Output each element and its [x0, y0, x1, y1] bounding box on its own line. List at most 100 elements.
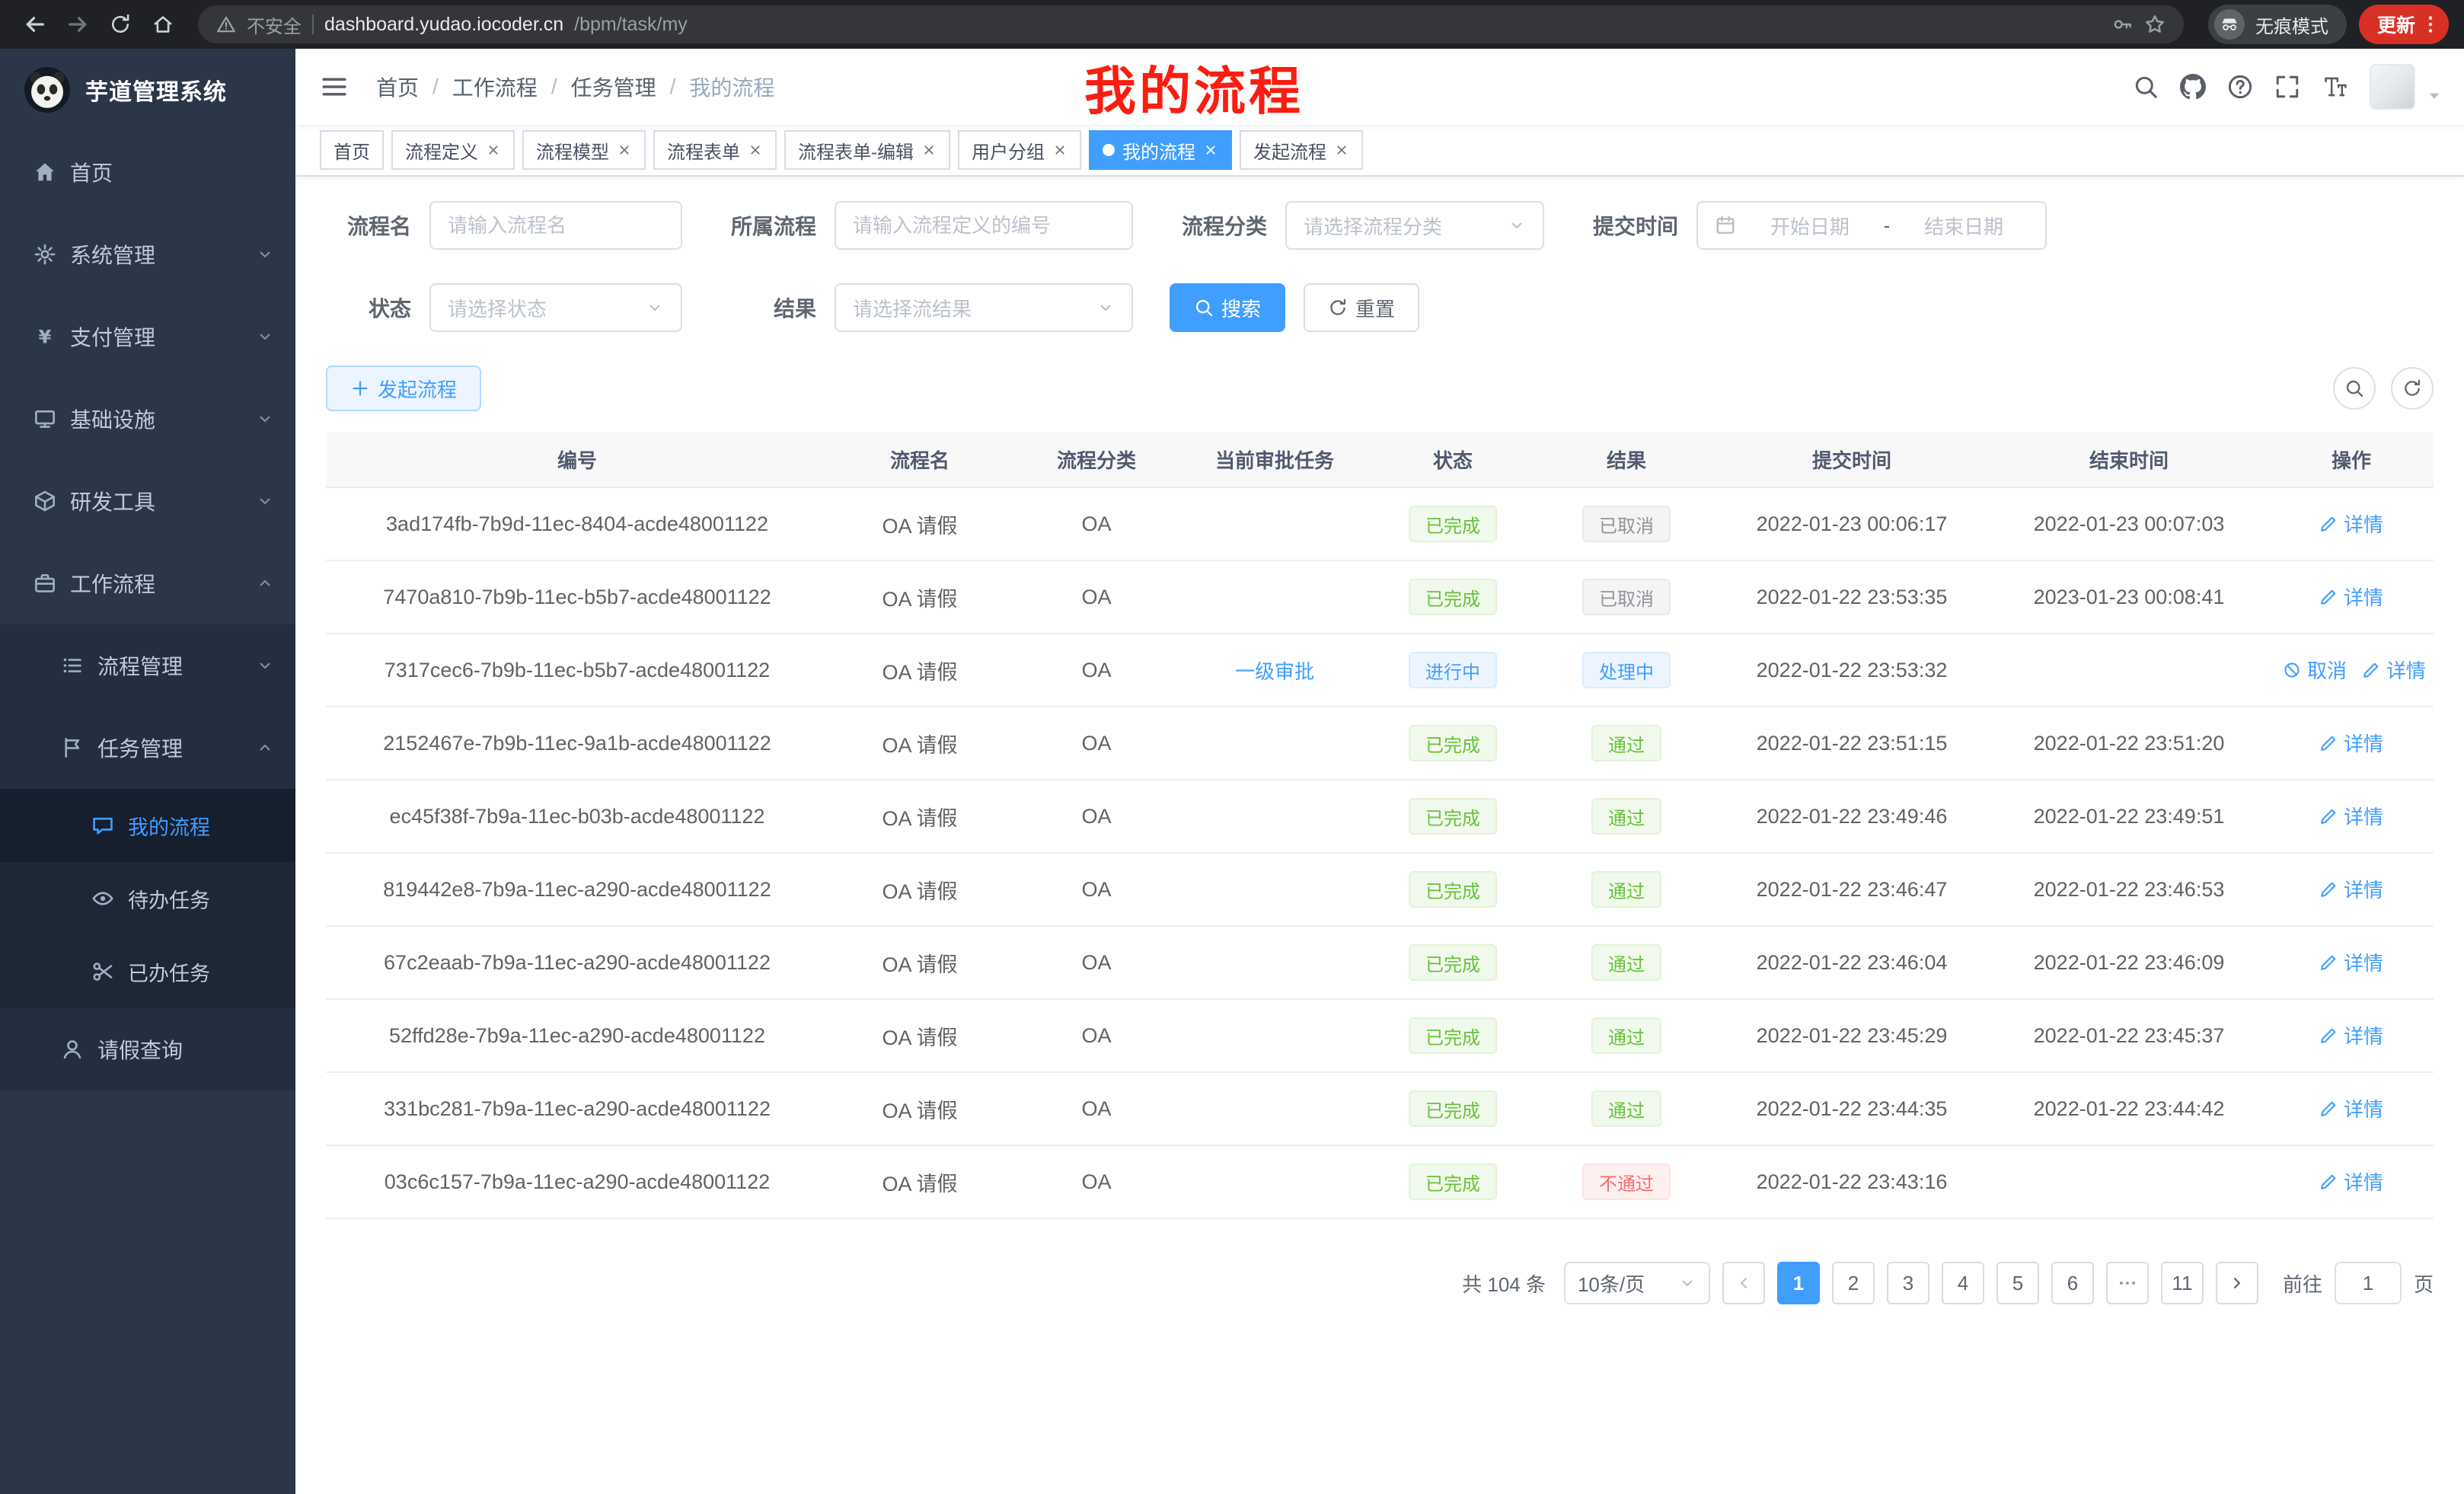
flag-icon [61, 736, 84, 759]
sidebar-item-my-process[interactable]: 我的流程 [0, 789, 295, 862]
browser-forward-icon[interactable] [58, 5, 97, 44]
bookmark-star-icon[interactable] [2144, 14, 2166, 35]
submit-time-label: 提交时间 [1581, 210, 1678, 241]
category-select[interactable]: 请选择流程分类 [1285, 201, 1544, 250]
close-icon[interactable] [1334, 142, 1349, 158]
fullscreen-icon[interactable] [2269, 69, 2306, 105]
close-icon[interactable] [486, 142, 501, 158]
browser-back-icon[interactable] [15, 5, 55, 44]
detail-link[interactable]: 详情 [2319, 875, 2383, 903]
github-icon[interactable] [2175, 69, 2211, 105]
key-icon[interactable] [2112, 14, 2134, 35]
sidebar-item-devtools[interactable]: 研发工具 [0, 460, 295, 542]
page-button-3[interactable]: 3 [1887, 1262, 1929, 1304]
goto-page-input[interactable] [2335, 1262, 2402, 1304]
browser-home-icon[interactable] [143, 5, 183, 44]
search-button[interactable]: 搜索 [1170, 283, 1285, 332]
page-button-4[interactable]: 4 [1942, 1262, 1984, 1304]
reset-button[interactable]: 重置 [1304, 283, 1419, 332]
edit-icon [2362, 661, 2380, 679]
caret-down-icon[interactable] [2426, 88, 2443, 104]
detail-link[interactable]: 详情 [2319, 802, 2383, 830]
browser-reload-icon[interactable] [101, 5, 140, 44]
sidebar-item-home[interactable]: 首页 [0, 131, 295, 213]
goto-suffix: 页 [2414, 1269, 2434, 1298]
sidebar-item-leave-query[interactable]: 请假查询 [0, 1008, 295, 1090]
user-avatar[interactable] [2370, 64, 2415, 110]
cell-current-task [1182, 926, 1368, 999]
detail-link[interactable]: 详情 [2319, 1094, 2383, 1122]
sidebar-item-payment[interactable]: ¥支付管理 [0, 295, 295, 378]
tab-user-group[interactable]: 用户分组 [958, 130, 1081, 170]
sidebar-item-label: 研发工具 [70, 486, 155, 516]
cell-result: 通过 [1538, 853, 1715, 926]
next-page-button[interactable] [2216, 1262, 2258, 1304]
result-select[interactable]: 请选择流结果 [835, 283, 1133, 332]
breadcrumb-item[interactable]: 我的流程 [689, 72, 774, 102]
page-button-5[interactable]: 5 [1996, 1262, 2039, 1304]
sidebar-toggle-icon[interactable] [320, 72, 349, 101]
tab-process-definition[interactable]: 流程定义 [391, 130, 515, 170]
header-search-icon[interactable] [2127, 69, 2164, 105]
close-icon[interactable] [617, 142, 632, 158]
sidebar-item-workflow[interactable]: 工作流程 [0, 542, 295, 624]
breadcrumb-item[interactable]: 工作流程 [452, 72, 538, 102]
cell-status: 已完成 [1368, 1072, 1538, 1145]
chevron-down-icon [1096, 298, 1115, 317]
help-icon[interactable] [2222, 69, 2258, 105]
tab-home[interactable]: 首页 [320, 130, 384, 170]
page-button-2[interactable]: 2 [1832, 1262, 1875, 1304]
table-refresh-icon[interactable] [2391, 367, 2434, 410]
detail-link[interactable]: 详情 [2319, 583, 2383, 611]
update-button[interactable]: 更新 [2359, 5, 2449, 44]
sidebar-item-task-mgmt[interactable]: 任务管理 [0, 707, 295, 789]
cell-category: OA [1011, 560, 1182, 634]
detail-link[interactable]: 详情 [2362, 656, 2426, 684]
sidebar-item-infrastructure[interactable]: 基础设施 [0, 378, 295, 460]
sidebar-item-process-mgmt[interactable]: 流程管理 [0, 624, 295, 707]
breadcrumb-item[interactable]: 任务管理 [571, 72, 656, 102]
cancel-link[interactable]: 取消 [2283, 656, 2347, 684]
sidebar-item-todo-tasks[interactable]: 待办任务 [0, 862, 295, 935]
submit-time-range[interactable]: 开始日期 - 结束日期 [1696, 201, 2047, 250]
toggle-search-icon[interactable] [2333, 367, 2376, 410]
more-pages-button[interactable] [2106, 1262, 2149, 1304]
sidebar-item-system[interactable]: 系统管理 [0, 213, 295, 295]
close-icon[interactable] [921, 142, 937, 158]
close-icon[interactable] [748, 142, 763, 158]
cell-category: OA [1011, 1145, 1182, 1218]
plus-icon [350, 378, 370, 398]
page-button-1[interactable]: 1 [1777, 1262, 1820, 1304]
parent-process-input[interactable] [835, 201, 1133, 250]
tab-process-model[interactable]: 流程模型 [522, 130, 646, 170]
prev-page-button[interactable] [1722, 1262, 1765, 1304]
close-icon[interactable] [1052, 142, 1068, 158]
detail-link[interactable]: 详情 [2319, 729, 2383, 757]
breadcrumb-item[interactable]: 首页 [376, 72, 419, 102]
detail-link[interactable]: 详情 [2319, 1167, 2383, 1196]
approval-task-link[interactable]: 一级审批 [1235, 656, 1314, 685]
chevron-down-icon [256, 410, 274, 428]
tab-process-form[interactable]: 流程表单 [653, 130, 777, 170]
tab-start-process[interactable]: 发起流程 [1240, 130, 1363, 170]
tab-process-form-edit[interactable]: 流程表单-编辑 [784, 130, 950, 170]
font-size-icon[interactable] [2316, 69, 2353, 105]
detail-link[interactable]: 详情 [2319, 948, 2383, 976]
sidebar-item-label: 工作流程 [70, 568, 155, 599]
tags-view: 首页流程定义流程模型流程表单流程表单-编辑用户分组我的流程发起流程 [295, 125, 2464, 177]
sidebar-item-done-tasks[interactable]: 已办任务 [0, 935, 295, 1008]
create-process-button[interactable]: 发起流程 [326, 366, 481, 411]
browser-menu-dots-icon[interactable] [2420, 14, 2441, 35]
tab-my-process[interactable]: 我的流程 [1089, 130, 1232, 170]
active-tab-dot [1103, 144, 1115, 156]
detail-link[interactable]: 详情 [2319, 509, 2383, 538]
page-button-6[interactable]: 6 [2051, 1262, 2094, 1304]
close-icon[interactable] [1203, 142, 1218, 158]
address-bar[interactable]: 不安全 dashboard.yudao.iocoder.cn/bpm/task/… [198, 5, 2184, 43]
cell-current-task [1182, 853, 1368, 926]
status-select[interactable]: 请选择状态 [429, 283, 682, 332]
page-button-11[interactable]: 11 [2161, 1262, 2204, 1304]
process-name-input[interactable] [429, 201, 682, 250]
detail-link[interactable]: 详情 [2319, 1021, 2383, 1049]
page-size-select[interactable]: 10条/页 [1564, 1262, 1710, 1304]
